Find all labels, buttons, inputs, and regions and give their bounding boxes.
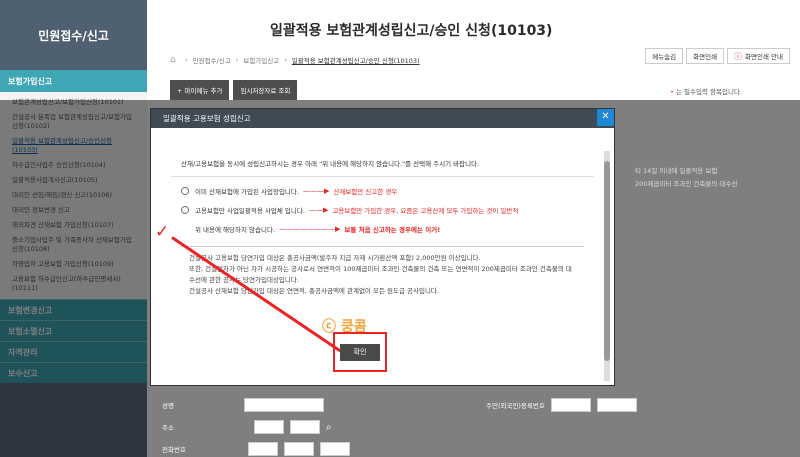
form-row-id: 주민(외국인)등록번호	[486, 398, 637, 412]
breadcrumb-item[interactable]: 민원접수/신고	[193, 55, 231, 65]
modal-scrollbar[interactable]	[604, 151, 610, 381]
form-row-phone: 전화번호	[162, 442, 350, 456]
option-label: 고용보험만 사업일괄적용 사업체 입니다.	[195, 207, 305, 215]
name-input[interactable]	[243, 398, 324, 412]
add-my-menu-button[interactable]: + 마이메뉴 추가	[170, 80, 230, 100]
radio-button[interactable]	[181, 187, 189, 195]
option-already-sanjae[interactable]: 이미 산재보험에 가입된 사업장입니다. ———▶ 산재보험만 신고한 경우	[171, 186, 594, 196]
confirm-button[interactable]: 확인	[340, 343, 380, 361]
option-label: 위 내용에 해당하지 않습니다.	[195, 226, 276, 234]
close-icon[interactable]: ✕	[597, 109, 614, 126]
required-note: • 는 필수입력 항목입니다.	[670, 86, 742, 96]
print-guide-label: 화면인쇄 안내	[745, 53, 783, 61]
modal-intro: 산재/고용보험을 동시에 성립신고하시는 경우 아래 "위 내용에 해당하지 않…	[171, 158, 594, 177]
breadcrumb-sep: ›	[185, 56, 188, 64]
radio-button[interactable]	[181, 206, 189, 214]
zip-input-1[interactable]	[253, 420, 284, 434]
annotation-note: 산재보험만 신고한 경우	[333, 188, 398, 196]
phone-input-1[interactable]	[247, 442, 278, 456]
phone-input-2[interactable]	[283, 442, 314, 456]
breadcrumb: ⌂ › 민원접수/신고 › 보험가입신고 › 일괄적용 보험관계성립신고/승인 …	[170, 55, 420, 65]
label-address: 주소	[162, 424, 174, 432]
required-text: 는 필수입력 항목입니다.	[676, 88, 742, 96]
bg-text-line: 티 14일 이내에 일괄적용 보험	[635, 167, 718, 175]
label-id: 주민(외국인)등록번호	[486, 402, 545, 410]
id-input-1[interactable]	[550, 398, 591, 412]
bg-text-line: 200제곱미터 조과인 건축물의 대수선	[635, 180, 738, 188]
search-icon[interactable]: ⌕	[326, 422, 332, 433]
info-box: 건설공사 고용보험 당연가입 대상은 총공사금액(발주자 지급 자재 시가환산액…	[181, 246, 584, 303]
arrow-right-icon: ——▶	[308, 206, 329, 214]
print-button[interactable]: 화면인쇄	[686, 48, 725, 64]
option-none-apply[interactable]: 위 내용에 해당하지 않습니다. ————————▶ 보통 처음 신고하는 경우…	[171, 224, 594, 234]
breadcrumb-current: 일괄적용 보험관계성립신고/승인 신청(10103)	[291, 57, 420, 65]
hide-menu-button[interactable]: 메뉴숨김	[645, 48, 684, 64]
label-phone: 전화번호	[162, 446, 186, 454]
option-employment-only[interactable]: 고용보험만 사업일괄적용 사업체 입니다. ——▶ 고용보험만 가입한 경우, …	[171, 205, 594, 215]
print-guide-button[interactable]: ⓘ 화면인쇄 안내	[727, 48, 790, 64]
top-buttons: 메뉴숨김 화면인쇄 ⓘ 화면인쇄 안내	[645, 48, 790, 64]
breadcrumb-sep: ›	[235, 56, 239, 64]
annotation-note: 보통 처음 신고하는 경우에는 이거!	[344, 226, 441, 234]
sidebar-title: 민원접수/신고	[0, 0, 147, 70]
modal-header: 일괄적용 고용보험 성립신고 ✕	[151, 109, 614, 128]
phone-input-3[interactable]	[319, 442, 350, 456]
zip-input-2[interactable]	[289, 420, 320, 434]
page-title: 일괄적용 보험관계성립신고/승인 신청(10103)	[270, 23, 553, 39]
modal-title: 일괄적용 고용보험 성립신고	[163, 114, 251, 123]
info-line: 또한, 건설업자가 아닌 자가 시공하는 공사로서 연면적이 100제곱미터 조…	[189, 265, 572, 284]
temp-save-lookup-button[interactable]: 임시저장자료 조회	[233, 80, 298, 100]
sidebar-section-insurance-join[interactable]: 보험가입신고	[0, 70, 147, 92]
scroll-thumb[interactable]	[604, 161, 610, 361]
modal-body: 산재/고용보험을 동시에 성립신고하시는 경우 아래 "위 내용에 해당하지 않…	[151, 128, 614, 303]
annotation-note: 고용보험만 가입한 경우, 요즘은 고용산재 모두 가입하는 것이 일반적	[332, 207, 519, 215]
form-row-name: 성명	[162, 398, 324, 412]
form-row-address: 주소 ⌕	[162, 420, 332, 434]
arrow-right-icon: ———▶	[302, 187, 330, 195]
info-line: 건설공사 고용보험 당연가입 대상은 총공사금액(발주자 지급 자재 시가환산액…	[189, 254, 481, 262]
checkmark-icon: ✓	[155, 222, 170, 242]
action-buttons: + 마이메뉴 추가 임시저장자료 조회	[170, 80, 298, 100]
required-dot: •	[670, 88, 674, 96]
home-icon[interactable]: ⌂	[170, 55, 180, 65]
arrow-right-icon: ————————▶	[279, 225, 341, 233]
label-name: 성명	[162, 402, 174, 410]
confirm-highlight: 확인	[333, 332, 387, 372]
radio-button[interactable]	[181, 225, 189, 233]
breadcrumb-sep: ›	[284, 56, 287, 64]
id-input-2[interactable]	[596, 398, 637, 412]
breadcrumb-item[interactable]: 보험가입신고	[243, 55, 279, 65]
alert-icon: ⓘ	[734, 51, 743, 61]
option-label: 이미 산재보험에 가입된 사업장입니다.	[195, 188, 299, 196]
